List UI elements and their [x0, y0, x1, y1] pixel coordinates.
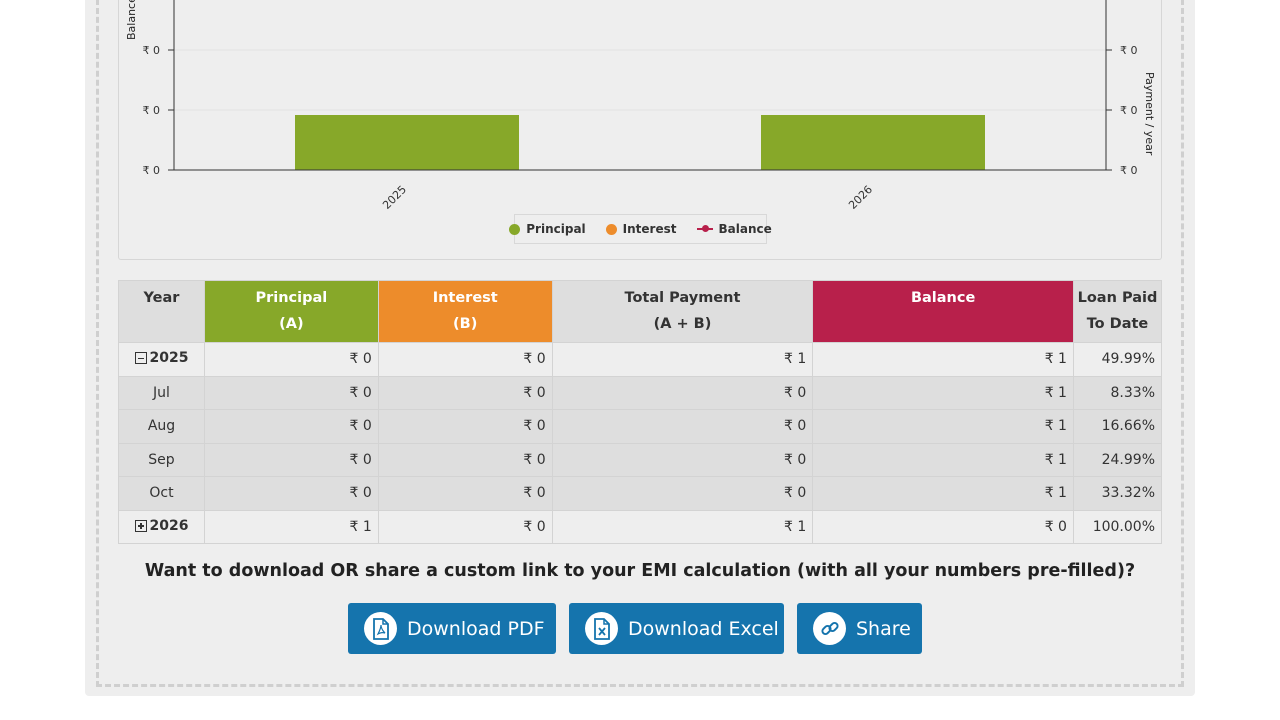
share-label: Share	[856, 617, 911, 640]
month-cell: Sep	[118, 442, 205, 477]
bar-principal-2026[interactable]	[761, 115, 985, 170]
header-total-payment: Total Payment (A + B)	[551, 280, 814, 343]
balance-line-icon	[696, 225, 713, 232]
pdf-file-icon	[364, 612, 397, 645]
table-cell: 16.66%	[1072, 409, 1163, 444]
table-cell: ₹ 0	[203, 375, 379, 410]
table-cell: ₹ 0	[377, 442, 553, 477]
y-right-tick-label: ₹ 0	[1120, 104, 1138, 117]
table-row-year-2026[interactable]: 2026 ₹ 1 ₹ 0 ₹ 1 ₹ 0 100.00%	[118, 509, 1163, 544]
table-cell: 24.99%	[1072, 442, 1163, 477]
expand-icon[interactable]	[134, 519, 147, 532]
chart-gridlines	[174, 49, 1106, 111]
table-cell: ₹ 0	[812, 509, 1074, 544]
chart-legend: Principal Interest Balance	[509, 214, 772, 244]
legend-label-principal: Principal	[526, 222, 586, 236]
table-row-month: Jul ₹ 0 ₹ 0 ₹ 0 ₹ 1 8.33%	[118, 375, 1163, 410]
y-left-tick-label: ₹ 0	[143, 44, 161, 57]
share-button[interactable]: Share	[797, 603, 922, 654]
table-cell: ₹ 0	[203, 476, 379, 511]
payment-schedule-table: Year Principal (A) Interest (B) Total Paym…	[118, 280, 1163, 544]
y-axis-left-title: Balance	[125, 0, 138, 40]
table-cell: 8.33%	[1072, 375, 1163, 410]
table-cell: ₹ 0	[551, 442, 814, 477]
year-cell[interactable]: 2026	[118, 509, 205, 544]
legend-item-balance[interactable]: Balance	[696, 222, 772, 236]
emi-chart: ₹ 0 ₹ 0 ₹ 0 ₹ 0 ₹ 0 ₹ 0 2025 2026 Balance Pay…	[118, 0, 1162, 260]
download-excel-label: Download Excel	[628, 617, 779, 640]
header-year: Year	[118, 280, 205, 343]
x-tick-label: 2025	[380, 183, 409, 212]
excel-file-icon	[585, 612, 618, 645]
table-cell: ₹ 0	[377, 409, 553, 444]
table-row-month: Aug ₹ 0 ₹ 0 ₹ 0 ₹ 1 16.66%	[118, 409, 1163, 444]
header-principal: Principal (A)	[203, 280, 379, 343]
table-cell: ₹ 1	[812, 409, 1074, 444]
download-excel-button[interactable]: Download Excel	[569, 603, 784, 654]
table-cell: ₹ 0	[377, 375, 553, 410]
table-cell: ₹ 0	[203, 442, 379, 477]
table-cell: ₹ 1	[812, 342, 1074, 377]
bar-principal-2025[interactable]	[295, 115, 519, 170]
table-cell: ₹ 1	[812, 442, 1074, 477]
table-cell: ₹ 0	[551, 375, 814, 410]
table-header-row: Year Principal (A) Interest (B) Total Paym…	[118, 280, 1163, 343]
table-cell: ₹ 0	[551, 476, 814, 511]
table-row-year-2025[interactable]: 2025 ₹ 0 ₹ 0 ₹ 1 ₹ 1 49.99%	[118, 342, 1163, 377]
collapse-icon[interactable]	[134, 352, 147, 365]
table-cell: ₹ 1	[203, 509, 379, 544]
legend-item-interest[interactable]: Interest	[605, 222, 677, 236]
table-cell: ₹ 0	[203, 342, 379, 377]
table-cell: ₹ 0	[377, 476, 553, 511]
download-pdf-button[interactable]: Download PDF	[348, 603, 556, 654]
chart-bars	[295, 115, 985, 170]
table-cell: ₹ 1	[551, 342, 814, 377]
legend-label-interest: Interest	[622, 222, 677, 236]
table-cell: 100.00%	[1072, 509, 1163, 544]
principal-dot-icon	[509, 223, 521, 235]
y-axis-left-ticks: ₹ 0 ₹ 0 ₹ 0	[143, 44, 174, 177]
table-row-month: Sep ₹ 0 ₹ 0 ₹ 0 ₹ 1 24.99%	[118, 442, 1163, 477]
month-cell: Aug	[118, 409, 205, 444]
table-cell: ₹ 0	[203, 409, 379, 444]
table-cell: ₹ 0	[551, 409, 814, 444]
table-cell: ₹ 1	[812, 476, 1074, 511]
y-right-tick-label: ₹ 0	[1120, 164, 1138, 177]
x-axis-ticks: 2025 2026	[380, 183, 875, 212]
x-tick-label: 2026	[846, 183, 875, 212]
table-cell: 33.32%	[1072, 476, 1163, 511]
y-axis-right-title: Payment / year	[1143, 72, 1156, 156]
table-cell: 49.99%	[1072, 342, 1163, 377]
y-axis-right-ticks: ₹ 0 ₹ 0 ₹ 0	[1106, 44, 1138, 177]
month-cell: Jul	[118, 375, 205, 410]
legend-item-principal[interactable]: Principal	[509, 222, 586, 236]
y-left-tick-label: ₹ 0	[143, 104, 161, 117]
year-cell[interactable]: 2025	[118, 342, 205, 377]
table-cell: ₹ 0	[377, 342, 553, 377]
table-row-month: Oct ₹ 0 ₹ 0 ₹ 0 ₹ 1 33.32%	[118, 476, 1163, 511]
header-interest: Interest (B)	[377, 280, 553, 343]
interest-dot-icon	[605, 223, 617, 235]
y-left-tick-label: ₹ 0	[143, 164, 161, 177]
download-share-prompt: Want to download OR share a custom link …	[144, 561, 1136, 581]
link-icon	[813, 612, 846, 645]
legend-label-balance: Balance	[718, 222, 772, 236]
download-pdf-label: Download PDF	[407, 617, 545, 640]
y-right-tick-label: ₹ 0	[1120, 44, 1138, 57]
table-cell: ₹ 1	[551, 509, 814, 544]
month-cell: Oct	[118, 476, 205, 511]
header-balance: Balance	[812, 280, 1074, 343]
table-cell: ₹ 0	[377, 509, 553, 544]
table-cell: ₹ 1	[812, 375, 1074, 410]
header-loan-paid: Loan Paid To Date	[1072, 280, 1163, 343]
